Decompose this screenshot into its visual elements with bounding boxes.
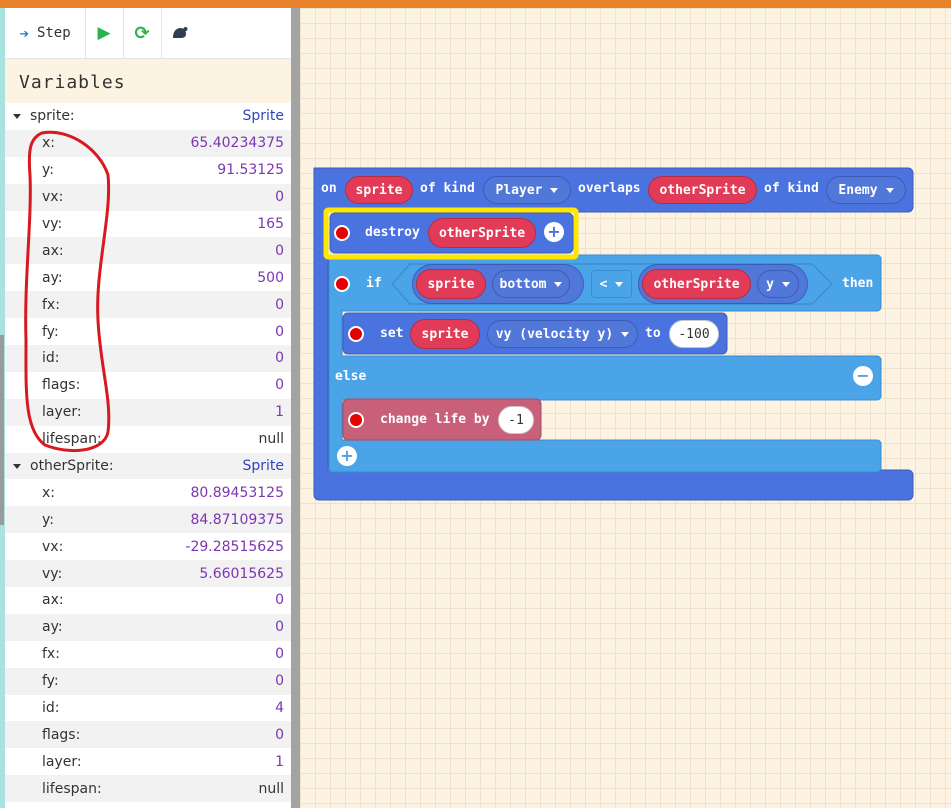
destroy-label: destroy [365,225,420,240]
y-property-dropdown[interactable]: y [757,270,799,298]
to-label: to [645,326,661,341]
add-argument-icon[interactable]: + [544,222,564,242]
kind-enemy-value: Enemy [838,182,878,198]
kind-player-dropdown[interactable]: Player [483,176,571,204]
breakpoint-set[interactable] [348,326,364,342]
bottom-property-value: bottom [499,276,547,292]
if-othersprite-pill[interactable]: otherSprite [642,269,751,299]
change-life-label: change life by [380,412,490,427]
if-label: if [366,276,382,291]
sprite-variable-pill[interactable]: sprite [345,176,413,204]
on-label: on [321,181,337,196]
y-property-value: y [766,276,774,292]
set-value-input[interactable]: -100 [669,320,719,348]
if-sprite-pill[interactable]: sprite [416,269,486,299]
of-kind-label-2: of kind [764,181,819,196]
set-sprite-pill[interactable]: sprite [410,319,480,349]
change-life-value-input[interactable]: -1 [498,406,534,434]
breakpoint-destroy[interactable] [334,225,350,241]
othersprite-variable-pill[interactable]: otherSprite [648,176,757,204]
annotation-loop-vars [24,130,111,453]
set-label: set [380,326,404,341]
remove-else-icon[interactable]: − [853,366,873,386]
velocity-property-dropdown[interactable]: vy (velocity y) [487,320,638,348]
block-shapes [24,130,914,501]
kind-player-value: Player [495,182,543,198]
operator-value: < [599,276,608,292]
else-label: else [335,369,367,384]
of-kind-label-1: of kind [420,181,475,196]
destroy-argument-pill[interactable]: otherSprite [428,218,536,248]
overlaps-label: overlaps [578,181,641,196]
breakpoint-change-life[interactable] [348,412,364,428]
then-label: then [842,276,874,291]
velocity-property-value: vy (velocity y) [495,326,614,342]
add-else-if-icon[interactable]: + [337,446,357,466]
breakpoint-if[interactable] [334,276,350,292]
bottom-property-dropdown[interactable]: bottom [492,270,570,298]
operator-dropdown[interactable]: < [591,270,632,298]
kind-enemy-dropdown[interactable]: Enemy [826,176,906,204]
